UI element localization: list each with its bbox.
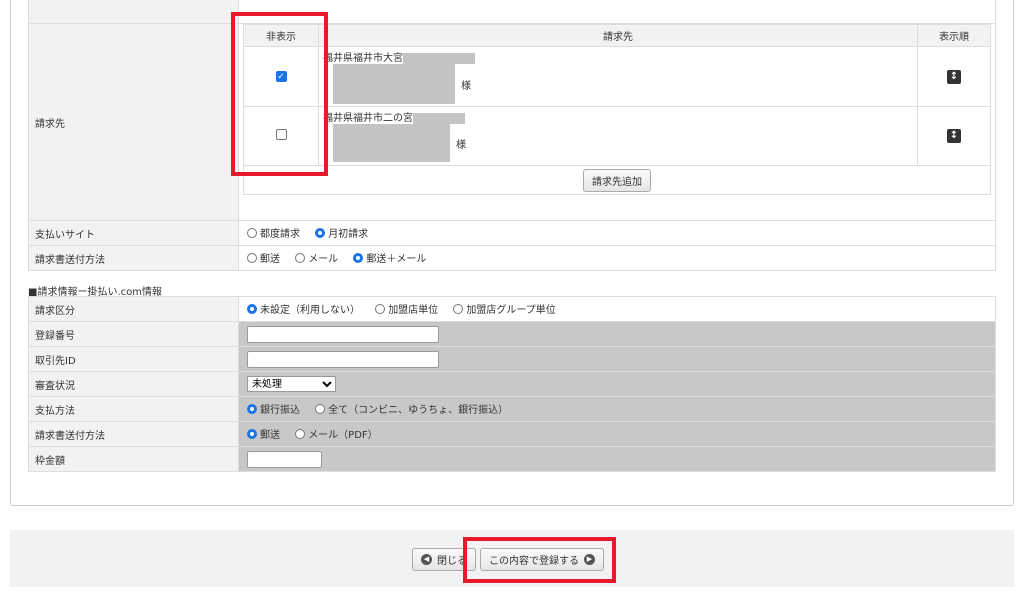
radio-payment-each[interactable]: 都度請求 bbox=[247, 225, 300, 240]
sort-handle-icon[interactable]: ↕ bbox=[947, 69, 961, 84]
col-destination: 請求先 bbox=[318, 24, 918, 47]
radio-invoice-both[interactable]: 郵送＋メール bbox=[353, 250, 426, 265]
address-text: 福井県福井市大宮 bbox=[323, 53, 403, 64]
highlight-box-hide-column bbox=[231, 12, 328, 176]
radio-kk-pdf[interactable]: メール（PDF） bbox=[295, 426, 378, 441]
billing-destinations-table: 非表示 請求先 表示順 ✓ 福井県福井市大宮 様 ↕ 福井県福井市二の宮 様 ↕… bbox=[243, 24, 991, 195]
client-id-input[interactable] bbox=[247, 350, 439, 368]
col-order: 表示順 bbox=[917, 24, 991, 47]
radio-pay-bank[interactable]: 銀行振込 bbox=[247, 401, 300, 416]
payment-site-options: 都度請求 月初請求 bbox=[238, 220, 996, 246]
kakebarai-table: 請求区分 未設定（利用しない） 加盟店単位 加盟店グループ単位 登録番号 取引先… bbox=[28, 296, 996, 472]
address-text: 福井県福井市二の宮 bbox=[323, 113, 413, 124]
radio-kk-mail[interactable]: 郵送 bbox=[247, 426, 280, 441]
highlight-box-submit bbox=[463, 537, 616, 583]
invoice-method-label: 請求書送付方法 bbox=[28, 245, 239, 271]
redacted bbox=[403, 52, 475, 64]
radio-billing-store[interactable]: 加盟店単位 bbox=[375, 301, 438, 316]
radio-invoice-mail[interactable]: 郵送 bbox=[247, 250, 280, 265]
registration-number-input[interactable] bbox=[247, 325, 439, 343]
table-row: 福井県福井市二の宮 様 ↕ bbox=[243, 106, 991, 166]
sort-handle-icon[interactable]: ↕ bbox=[947, 129, 961, 143]
radio-payment-monthly[interactable]: 月初請求 bbox=[315, 225, 368, 240]
table-row: ✓ 福井県福井市大宮 様 ↕ bbox=[243, 46, 991, 107]
radio-billing-unset[interactable]: 未設定（利用しない） bbox=[247, 301, 360, 316]
radio-billing-group[interactable]: 加盟店グループ単位 bbox=[453, 301, 556, 316]
radio-pay-all[interactable]: 全て（コンビニ、ゆうちょ、銀行振込） bbox=[315, 401, 508, 416]
add-billing-destination-button[interactable]: 請求先追加 bbox=[583, 168, 651, 192]
radio-invoice-email[interactable]: メール bbox=[295, 250, 338, 265]
limit-amount-input[interactable] bbox=[247, 450, 322, 468]
payment-site-label: 支払いサイト bbox=[28, 220, 239, 246]
billing-label: 請求先 bbox=[28, 23, 239, 221]
review-status-select[interactable]: 未処理 bbox=[247, 376, 336, 392]
chevron-left-icon: ◀ bbox=[421, 554, 432, 565]
